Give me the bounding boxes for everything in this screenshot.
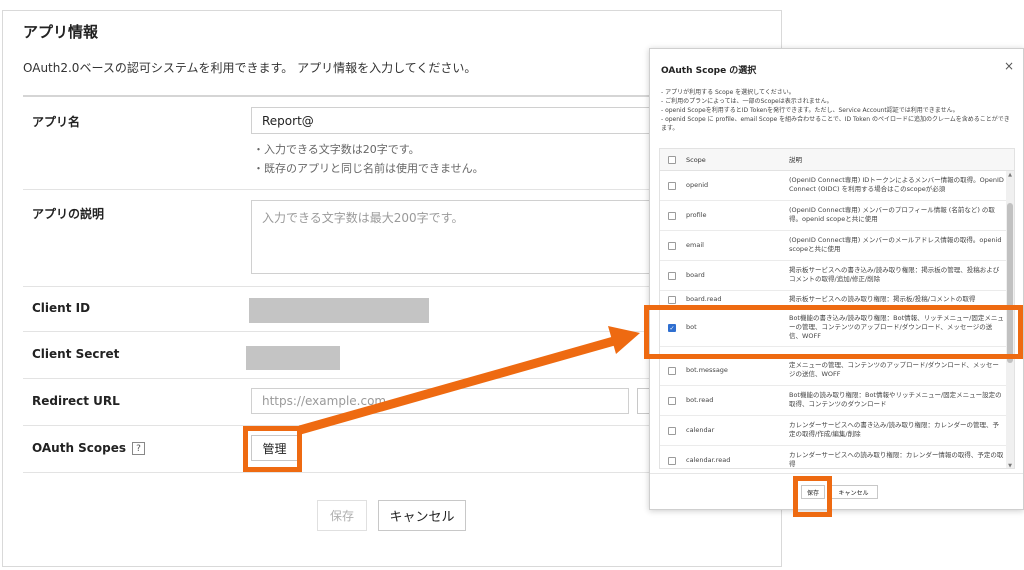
oauth-scopes-label-text: OAuth Scopes: [32, 441, 127, 455]
scope-checkbox[interactable]: [668, 367, 676, 375]
scope-checkbox[interactable]: [668, 397, 676, 405]
scope-name: board: [686, 271, 705, 279]
scope-name: calendar: [686, 426, 715, 434]
table-row[interactable]: email (OpenID Connect専用) メンバーのメールアドレス情報の…: [660, 231, 1006, 261]
scope-table-header: Scope 説明: [660, 149, 1014, 171]
scope-description: カレンダーサービスへの書き込み/読み取り権限：カレンダーの管理、予定の取得/作成…: [789, 421, 1000, 438]
modal-title: OAuth Scope の選択: [661, 66, 757, 76]
scope-checkbox[interactable]: [668, 212, 676, 220]
scope-name: bot.message: [686, 366, 728, 374]
scope-checkbox[interactable]: [668, 427, 676, 435]
scope-description: (OpenID Connect専用) IDトークンによるメンバー情報の取得。Op…: [789, 176, 1004, 193]
scroll-up-icon[interactable]: ▲: [1007, 172, 1013, 178]
oauth-scope-modal: OAuth Scope の選択 × - アプリが利用する Scope を選択して…: [649, 48, 1024, 510]
modal-footer-divider: [650, 473, 1023, 474]
app-name-input[interactable]: Report@: [251, 107, 651, 134]
scope-checkbox[interactable]: [668, 296, 676, 304]
modal-description: - アプリが利用する Scope を選択してください。 - ご利用のプランによっ…: [661, 88, 1011, 133]
app-name-hint-2: ・既存のアプリと同じ名前は使用できません。: [253, 162, 484, 175]
scope-description: 掲示板サービスへの読み取り権限：掲示板/投稿/コメントの取得: [789, 295, 976, 303]
scope-checkbox[interactable]: [668, 457, 676, 465]
scope-description: 掲示板サービスへの書き込み/読み取り権限：掲示板の管理、投稿およびコメントの取得…: [789, 266, 1000, 283]
app-name-hint-1: ・入力できる文字数は20字です。: [253, 143, 420, 156]
modal-desc-line: - openid Scopeを利用するとID Tokenを発行できます。ただし、…: [661, 107, 959, 114]
manage-button-highlight: [243, 426, 302, 472]
client-secret-label: Client Secret: [32, 347, 120, 361]
scope-name: calendar.read: [686, 456, 731, 464]
client-secret-masked-value: [246, 346, 340, 370]
modal-save-highlight: [793, 476, 832, 517]
table-row[interactable]: board 掲示板サービスへの書き込み/読み取り権限：掲示板の管理、投稿およびコ…: [660, 261, 1006, 291]
page-title: アプリ情報: [23, 23, 99, 41]
scope-checkbox[interactable]: [668, 182, 676, 190]
scope-description: Bot機能の読み取り権限：Bot情報やリッチメニュー/固定メニュー設定の取得、コ…: [789, 391, 1002, 408]
table-row[interactable]: openid (OpenID Connect専用) IDトークンによるメンバー情…: [660, 171, 1006, 201]
table-row[interactable]: profile (OpenID Connect専用) メンバーのプロフィール情報…: [660, 201, 1006, 231]
table-row[interactable]: calendar カレンダーサービスへの書き込み/読み取り権限：カレンダーの管理…: [660, 416, 1006, 446]
scope-description: (OpenID Connect専用) メンバーのメールアドレス情報の取得。ope…: [789, 236, 1002, 253]
scope-name: profile: [686, 211, 707, 219]
close-icon[interactable]: ×: [1004, 59, 1014, 73]
column-description: 説明: [789, 156, 802, 164]
scroll-down-icon[interactable]: ▼: [1007, 463, 1013, 468]
scope-description: 定メニューの管理、コンテンツのアップロード/ダウンロード、メッセージの送信、WO…: [789, 361, 999, 378]
help-icon[interactable]: ?: [132, 442, 146, 455]
oauth-scopes-label: OAuth Scopes?: [32, 441, 146, 455]
scope-description: カレンダーサービスへの読み取り権限：カレンダー情報の取得、予定の取得: [789, 451, 1004, 468]
app-description-textarea[interactable]: 入力できる文字数は最大200字です。: [251, 200, 651, 274]
modal-desc-line: - ご利用のプランによっては、一部のScopeは表示されません。: [661, 98, 833, 105]
scope-name: email: [686, 241, 704, 249]
scope-description: (OpenID Connect専用) メンバーのプロフィール情報 (名前など) …: [789, 206, 995, 223]
scope-name: board.read: [686, 295, 722, 303]
redirect-url-input[interactable]: https://example.com: [251, 388, 629, 414]
app-description-label: アプリの説明: [32, 207, 105, 221]
save-button[interactable]: 保存: [317, 500, 367, 531]
table-row[interactable]: bot.read Bot機能の読み取り権限：Bot情報やリッチメニュー/固定メニ…: [660, 386, 1006, 416]
scope-checkbox[interactable]: [668, 242, 676, 250]
table-row[interactable]: calendar.read カレンダーサービスへの読み取り権限：カレンダー情報の…: [660, 446, 1006, 468]
column-scope: Scope: [686, 156, 706, 164]
modal-desc-line: - アプリが利用する Scope を選択してください。: [661, 89, 795, 96]
scope-name: bot.read: [686, 396, 714, 404]
cancel-button[interactable]: キャンセル: [378, 500, 466, 531]
page-description: OAuth2.0ベースの認可システムを利用できます。 アプリ情報を入力してくださ…: [23, 61, 477, 75]
client-id-masked-value: [249, 298, 429, 323]
redirect-url-label: Redirect URL: [32, 394, 120, 408]
scope-name: openid: [686, 181, 709, 189]
app-name-label: アプリ名: [32, 115, 81, 129]
table-row[interactable]: bot.message 定メニューの管理、コンテンツのアップロード/ダウンロード…: [660, 356, 1006, 386]
scope-checkbox[interactable]: [668, 272, 676, 280]
client-id-label: Client ID: [32, 301, 91, 315]
bot-row-highlight: [644, 305, 1023, 359]
select-all-checkbox[interactable]: [668, 156, 676, 164]
modal-cancel-button[interactable]: キャンセル: [829, 485, 878, 499]
modal-desc-line: - openid Scope に profile、email Scope を組み…: [661, 116, 1010, 132]
